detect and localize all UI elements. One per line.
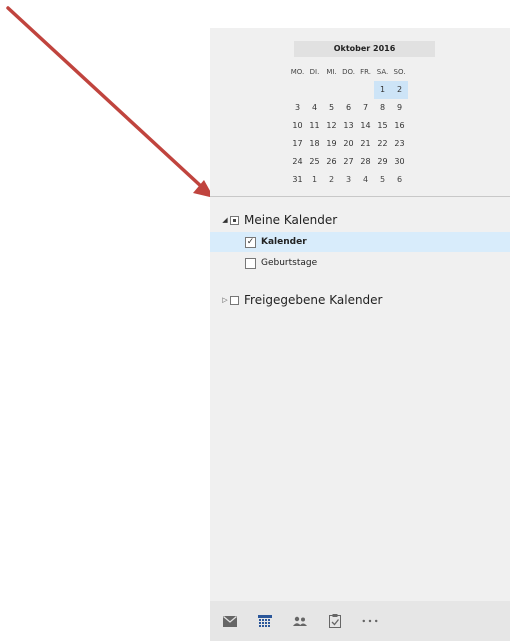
date-navigator: MO. DI. MI. DO. FR. SA. SO. 1 2 3 4 5 6 … — [289, 63, 408, 189]
day-cell[interactable]: 7 — [357, 99, 374, 117]
day-cell[interactable]: 14 — [357, 117, 374, 135]
day-cell[interactable]: 5 — [323, 99, 340, 117]
weekday-label: SO. — [393, 68, 406, 76]
day-cell-next-month[interactable]: 3 — [340, 171, 357, 189]
folder-my-calendars[interactable]: ◢ Meine Kalender — [210, 211, 337, 229]
weekday-label: MO. — [290, 68, 305, 76]
day-cell[interactable]: 29 — [374, 153, 391, 171]
day-cell-next-month[interactable]: 5 — [374, 171, 391, 189]
folder-checkbox[interactable] — [230, 295, 239, 305]
checkbox-checked[interactable]: ✓ — [245, 236, 256, 248]
day-cell[interactable]: 6 — [340, 99, 357, 117]
day-cell[interactable]: 21 — [357, 135, 374, 153]
day-cell[interactable]: 28 — [357, 153, 374, 171]
day-cell[interactable]: 24 — [289, 153, 306, 171]
weekday-header-row: MO. DI. MI. DO. FR. SA. SO. — [289, 63, 408, 81]
day-cell-next-month[interactable]: 6 — [391, 171, 408, 189]
day-cell[interactable] — [289, 81, 306, 99]
day-cell-next-month[interactable]: 1 — [306, 171, 323, 189]
week-row: 31 1 2 3 4 5 6 — [289, 171, 408, 189]
weekday-label: FR. — [360, 68, 371, 76]
folder-label: Meine Kalender — [244, 213, 338, 227]
folder-pane: Oktober 2016 MO. DI. MI. DO. FR. SA. SO.… — [210, 28, 510, 641]
weekday-label: DI. — [309, 68, 320, 76]
checkbox-unchecked[interactable] — [245, 257, 256, 269]
calendar-item-label: Geburtstage — [261, 258, 318, 268]
expand-triangle-icon[interactable]: ▷ — [221, 296, 229, 304]
day-cell[interactable]: 12 — [323, 117, 340, 135]
day-cell[interactable]: 19 — [323, 135, 340, 153]
day-cell[interactable]: 3 — [289, 99, 306, 117]
calendar-item-kalender[interactable]: ✓ Kalender — [210, 232, 510, 252]
day-cell[interactable] — [323, 81, 340, 99]
day-cell-next-month[interactable]: 2 — [323, 171, 340, 189]
day-cell[interactable]: 9 — [391, 99, 408, 117]
weekday-label: MI. — [326, 68, 337, 76]
month-title[interactable]: Oktober 2016 — [294, 41, 435, 57]
pane-divider — [210, 196, 510, 197]
day-cell[interactable]: 18 — [306, 135, 323, 153]
day-cell[interactable]: 25 — [306, 153, 323, 171]
folder-label: Freigegebene Kalender — [244, 293, 383, 307]
more-icon[interactable] — [362, 613, 378, 629]
collapse-triangle-icon[interactable]: ◢ — [221, 216, 229, 224]
day-cell[interactable]: 17 — [289, 135, 306, 153]
weekday-label: SA. — [376, 68, 389, 76]
weekday-label: DO. — [342, 68, 355, 76]
week-row: 1 2 — [289, 81, 408, 99]
navigation-bar — [210, 601, 510, 641]
day-cell[interactable]: 23 — [391, 135, 408, 153]
people-icon[interactable] — [292, 613, 308, 629]
tasks-icon[interactable] — [327, 613, 343, 629]
day-cell[interactable]: 27 — [340, 153, 357, 171]
day-cell[interactable]: 26 — [323, 153, 340, 171]
day-cell[interactable] — [306, 81, 323, 99]
day-cell-selected[interactable]: 2 — [391, 81, 408, 99]
week-row: 3 4 5 6 7 8 9 — [289, 99, 408, 117]
week-row: 24 25 26 27 28 29 30 — [289, 153, 408, 171]
partial-checkbox[interactable] — [230, 215, 239, 225]
calendar-item-label: Kalender — [261, 237, 307, 247]
day-cell[interactable]: 30 — [391, 153, 408, 171]
day-cell[interactable]: 4 — [306, 99, 323, 117]
day-cell[interactable]: 16 — [391, 117, 408, 135]
week-row: 10 11 12 13 14 15 16 — [289, 117, 408, 135]
day-cell[interactable]: 10 — [289, 117, 306, 135]
calendar-item-geburtstage[interactable]: Geburtstage — [210, 253, 510, 273]
week-row: 17 18 19 20 21 22 23 — [289, 135, 408, 153]
day-cell[interactable]: 31 — [289, 171, 306, 189]
day-cell-selected[interactable]: 1 — [374, 81, 391, 99]
folder-shared-calendars[interactable]: ▷ Freigegebene Kalender — [210, 291, 383, 309]
day-cell[interactable] — [340, 81, 357, 99]
day-cell[interactable]: 8 — [374, 99, 391, 117]
day-cell[interactable]: 13 — [340, 117, 357, 135]
day-cell[interactable]: 20 — [340, 135, 357, 153]
day-cell[interactable]: 11 — [306, 117, 323, 135]
mail-icon[interactable] — [222, 613, 238, 629]
day-cell-next-month[interactable]: 4 — [357, 171, 374, 189]
day-cell[interactable]: 22 — [374, 135, 391, 153]
day-cell[interactable] — [357, 81, 374, 99]
calendar-icon[interactable] — [257, 613, 273, 629]
day-cell[interactable]: 15 — [374, 117, 391, 135]
